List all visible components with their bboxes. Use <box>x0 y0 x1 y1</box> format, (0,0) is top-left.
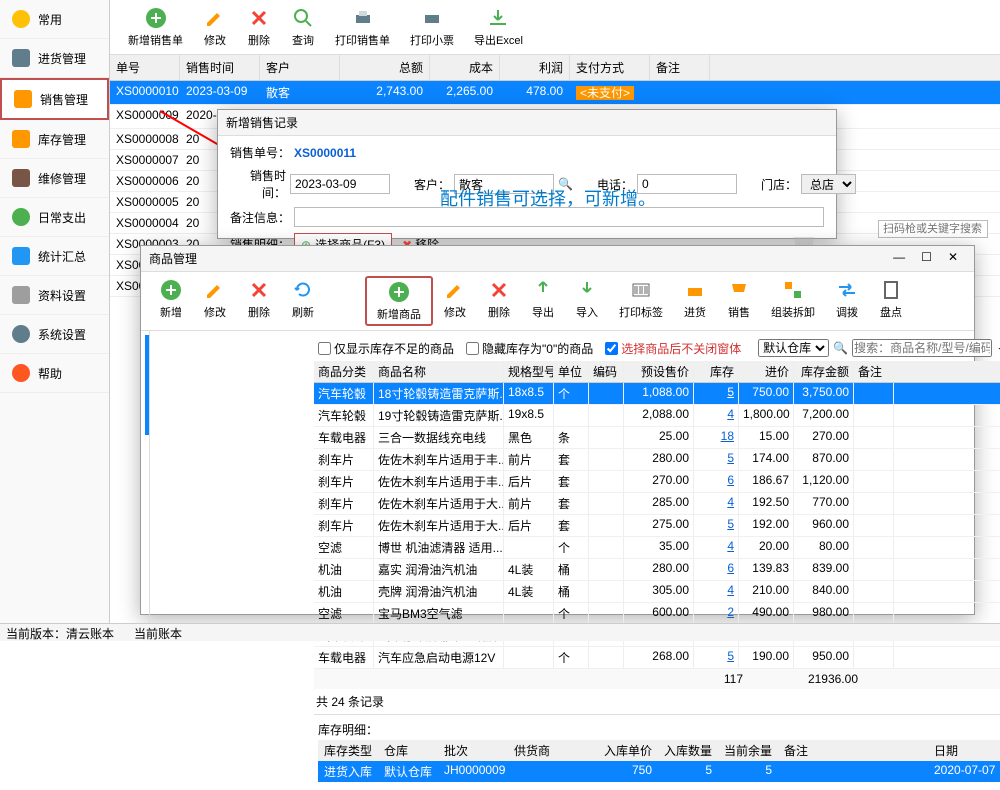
sidebar-item-sales[interactable]: 销售管理 <box>0 78 109 120</box>
import-button[interactable]: 导入 <box>565 276 609 326</box>
table-row[interactable]: 空滤博世 机油滤清器 适用...个35.00420.0080.00 <box>314 537 1000 559</box>
product-toolbar: 新增 修改 删除 刷新 新增商品 修改 删除 导出 导入 打印标签 进货 销售 … <box>141 272 974 331</box>
table-row[interactable]: 汽车轮毂18寸轮毂铸造雷克萨斯...18x8.5个1,088.005750.00… <box>314 383 1000 405</box>
chk-keepopen[interactable]: 选择商品后不关闭窗体 <box>605 340 741 357</box>
sidebar-item-expense[interactable]: 日常支出 <box>0 198 109 237</box>
assemble-button[interactable]: 组装拆卸 <box>761 276 825 326</box>
sell-button[interactable]: 销售 <box>717 276 761 326</box>
sale-date-input[interactable] <box>290 174 390 194</box>
sidebar-item-help[interactable]: 帮助 <box>0 354 109 393</box>
table-row[interactable]: 车载电器三合一数据线充电线黑色条25.001815.00270.00 <box>314 427 1000 449</box>
delete-product-button[interactable]: 删除 <box>477 276 521 326</box>
close-icon[interactable]: ✕ <box>940 250 966 264</box>
sidebar-item-data[interactable]: 资料设置 <box>0 276 109 315</box>
delete-category-button[interactable]: 删除 <box>237 276 281 326</box>
inventory-button[interactable]: 盘点 <box>869 276 913 326</box>
add-sale-button[interactable]: 新增销售单 <box>118 4 193 50</box>
table-row[interactable]: 刹车片佐佐木刹车片适用于大...前片套285.004192.50770.00 <box>314 493 1000 515</box>
statusbar: 当前版本：清云账本当前账本 <box>0 623 1000 641</box>
category-tree: ⊟ 📁 全部分类⊟ 📁 汽车用品📁 汽车装饰📁 车载电器⊟ 📁 汽车配件📁 汽车… <box>141 331 150 631</box>
dialog-titlebar[interactable]: 商品管理 —☐✕ <box>141 246 974 272</box>
print-sale-button[interactable]: 打印销售单 <box>325 4 400 50</box>
search-button[interactable]: 查询 <box>281 4 325 50</box>
export-button[interactable]: 导出 <box>521 276 565 326</box>
inventory-header: 库存类型仓库批次供货商入库单价入库数量当前余量备注日期 <box>318 740 1000 761</box>
export-excel-button[interactable]: 导出Excel <box>464 4 533 50</box>
phone-input[interactable] <box>637 174 737 194</box>
edit-category-button[interactable]: 修改 <box>193 276 237 326</box>
tree-item[interactable]: 📁 汽车装饰 <box>145 535 150 621</box>
delete-button[interactable]: 删除 <box>237 4 281 50</box>
product-manage-dialog: 商品管理 —☐✕ 新增 修改 删除 刷新 新增商品 修改 删除 导出 导入 打印… <box>140 245 975 615</box>
table-row[interactable]: 刹车片佐佐木刹车片适用于大...后片套275.005192.00960.00 <box>314 515 1000 537</box>
main-toolbar: 新增销售单 修改 删除 查询 打印销售单 打印小票 导出Excel <box>110 0 1000 55</box>
table-row[interactable]: XS00000102023-03-09散客2,743.002,265.00478… <box>110 81 1000 105</box>
table-row[interactable]: 车载电器汽车应急启动电源12V个268.005190.00950.00 <box>314 647 1000 669</box>
print-label-button[interactable]: 打印标签 <box>609 276 673 326</box>
store-select[interactable]: 总店 <box>801 174 856 194</box>
maximize-icon[interactable]: ☐ <box>913 250 940 264</box>
sales-table-header: 单号销售时间客户总额成本利润支付方式备注 <box>110 55 1000 81</box>
search-icon: 🔍 <box>833 341 848 355</box>
edit-button[interactable]: 修改 <box>193 4 237 50</box>
table-row[interactable]: 机油嘉实 润滑油汽机油4L装桶280.006139.83839.00 <box>314 559 1000 581</box>
remark-input[interactable] <box>294 207 824 227</box>
chk-hidezero[interactable]: 隐藏库存为"0"的商品 <box>466 340 593 357</box>
customer-input[interactable] <box>454 174 554 194</box>
tree-item[interactable]: ⊟ 📁 汽车用品 <box>145 435 150 535</box>
tree-item[interactable]: ⊟ 📁 全部分类 <box>145 335 150 435</box>
add-category-button[interactable]: 新增 <box>149 276 193 326</box>
minimize-icon[interactable]: — <box>885 250 913 264</box>
transfer-button[interactable]: 调拨 <box>825 276 869 326</box>
table-row[interactable]: 汽车轮毂19寸轮毂铸造雷克萨斯...19x8.52,088.0041,800.0… <box>314 405 1000 427</box>
sidebar-item-stats[interactable]: 统计汇总 <box>0 237 109 276</box>
sale-no-value: XS0000011 <box>294 146 356 160</box>
product-search-input[interactable] <box>852 339 992 357</box>
add-product-button[interactable]: 新增商品 <box>365 276 433 326</box>
sidebar-item-system[interactable]: 系统设置 <box>0 315 109 354</box>
record-count: 共 24 条记录 <box>314 689 1000 714</box>
product-summary-row: 11721936.00 <box>314 669 1000 689</box>
table-row[interactable]: 刹车片佐佐木刹车片适用于丰...前片套280.005174.00870.00 <box>314 449 1000 471</box>
dialog-titlebar[interactable]: 新增销售记录 <box>218 110 836 136</box>
sidebar-item-repair[interactable]: 维修管理 <box>0 159 109 198</box>
sidebar-item-common[interactable]: 常用 <box>0 0 109 39</box>
sidebar: 常用 进货管理 销售管理 库存管理 维修管理 日常支出 统计汇总 资料设置 系统… <box>0 0 110 641</box>
table-row[interactable]: 机油壳牌 润滑油汽机油4L装桶305.004210.00840.00 <box>314 581 1000 603</box>
scan-input[interactable] <box>878 220 988 238</box>
edit-product-button[interactable]: 修改 <box>433 276 477 326</box>
table-row[interactable]: 刹车片佐佐木刹车片适用于丰...后片套270.006186.671,120.00 <box>314 471 1000 493</box>
stockin-button[interactable]: 进货 <box>673 276 717 326</box>
new-sale-dialog: 新增销售记录 销售单号：XS0000011 销售时间： 客户：🔍 电话： 门店：… <box>217 109 837 239</box>
product-table-header: 商品分类商品名称规格型号单位编码预设售价库存进价库存金额备注 <box>314 361 1000 383</box>
chevron-left-icon[interactable]: ◄ <box>996 341 1000 355</box>
refresh-button[interactable]: 刷新 <box>281 276 325 326</box>
inventory-detail-label: 库存明细： <box>318 723 378 737</box>
print-receipt-button[interactable]: 打印小票 <box>400 4 464 50</box>
inventory-row[interactable]: 进货入库默认仓库JH0000009750552020-07-07 <box>318 761 1000 782</box>
search-icon[interactable]: 🔍 <box>558 177 573 191</box>
table-row[interactable]: 空滤宝马BM3空气滤个600.002490.00980.00 <box>314 603 1000 625</box>
chk-lowstock[interactable]: 仅显示库存不足的商品 <box>318 340 454 357</box>
close-icon[interactable] <box>788 114 828 131</box>
sidebar-item-inventory[interactable]: 库存管理 <box>0 120 109 159</box>
warehouse-select[interactable]: 默认仓库 <box>758 339 829 357</box>
sidebar-item-purchase[interactable]: 进货管理 <box>0 39 109 78</box>
